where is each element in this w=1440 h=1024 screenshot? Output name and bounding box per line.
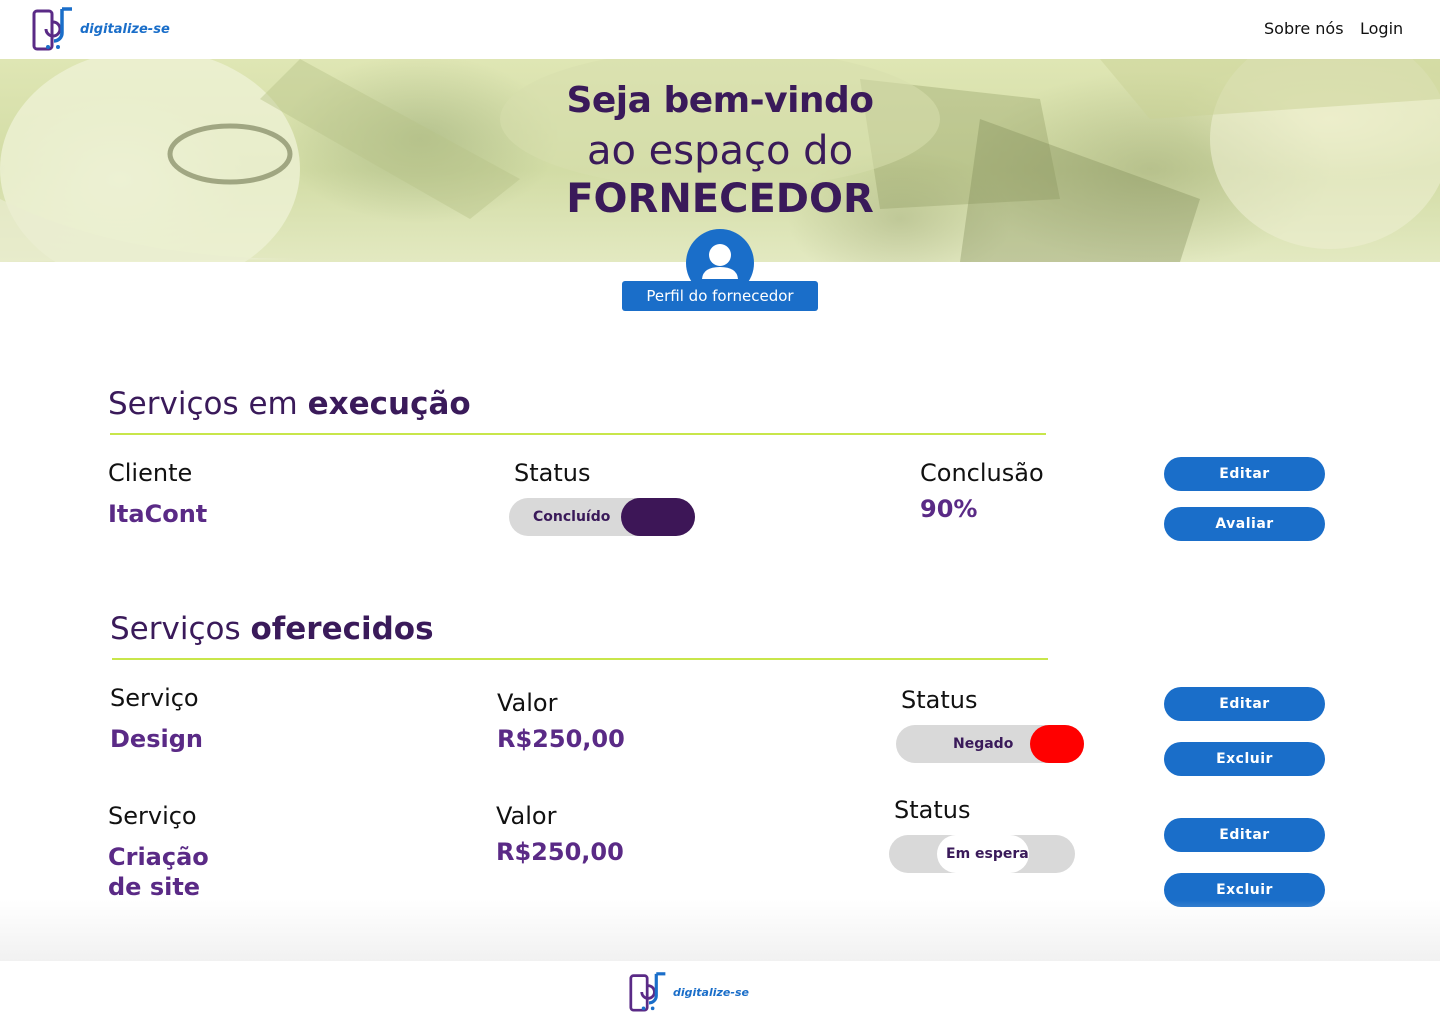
edit-button[interactable]: Editar <box>1164 818 1325 852</box>
service-label: Serviço <box>110 684 199 712</box>
hero-title-line1: Seja bem-vindo <box>566 80 874 121</box>
status-label: Status <box>514 459 591 487</box>
section-title-offered-bold: oferecidos <box>250 611 434 647</box>
header: digitalize-se Sobre nós Login <box>0 0 1440 59</box>
hero-title-line3: FORNECEDOR <box>566 176 874 222</box>
section-title-offered-light: Serviços <box>110 611 251 647</box>
status-toggle-knob <box>621 498 695 536</box>
nav-login-link[interactable]: Login <box>1360 19 1403 38</box>
hero-title-line2: ao espaço do <box>586 128 854 174</box>
conclusion-label: Conclusão <box>920 459 1044 487</box>
status-toggle-text: Negado <box>953 736 1014 752</box>
logo-text: digitalize-se <box>80 21 170 37</box>
section-divider <box>112 658 1048 660</box>
footer: digitalize-se <box>0 961 1440 1024</box>
service-value: Design <box>110 725 203 753</box>
logo-icon <box>629 970 669 1014</box>
footer-shadow <box>0 900 1440 961</box>
section-title-offered: Serviços oferecidos <box>110 611 434 647</box>
status-toggle-text: Em espera <box>946 846 1029 862</box>
status-toggle-completed[interactable]: Concluído <box>509 498 695 536</box>
edit-button[interactable]: Editar <box>1164 687 1325 721</box>
status-toggle-text: Concluído <box>533 509 611 525</box>
footer-logo[interactable]: digitalize-se <box>629 970 749 1014</box>
nav-about-link[interactable]: Sobre nós <box>1264 19 1344 38</box>
price-value: R$250,00 <box>496 838 624 866</box>
footer-logo-text: digitalize-se <box>673 985 749 999</box>
section-title-execution-bold: execução <box>307 386 471 422</box>
section-divider <box>110 433 1046 435</box>
price-value: R$250,00 <box>497 725 625 753</box>
supplier-profile-button[interactable]: Perfil do fornecedor <box>622 281 818 311</box>
conclusion-value: 90% <box>920 495 978 523</box>
section-title-execution: Serviços em execução <box>108 386 471 422</box>
status-toggle-waiting[interactable]: Em espera <box>889 835 1075 873</box>
service-label: Serviço <box>108 802 197 830</box>
service-value-line1: Criação <box>108 843 209 871</box>
rate-button[interactable]: Avaliar <box>1164 507 1325 541</box>
client-label: Cliente <box>108 459 193 487</box>
client-value: ItaCont <box>108 500 208 528</box>
logo-icon <box>32 7 76 51</box>
section-title-execution-light: Serviços em <box>108 386 308 422</box>
delete-button[interactable]: Excluir <box>1164 742 1325 776</box>
status-toggle-denied[interactable]: Negado <box>896 725 1084 763</box>
header-logo[interactable]: digitalize-se <box>32 7 170 51</box>
edit-button[interactable]: Editar <box>1164 457 1325 491</box>
price-label: Valor <box>496 802 557 830</box>
status-label: Status <box>894 796 971 824</box>
status-label: Status <box>901 686 978 714</box>
price-label: Valor <box>497 689 558 717</box>
status-toggle-knob <box>1030 725 1084 763</box>
service-value-line2: de site <box>108 873 201 901</box>
